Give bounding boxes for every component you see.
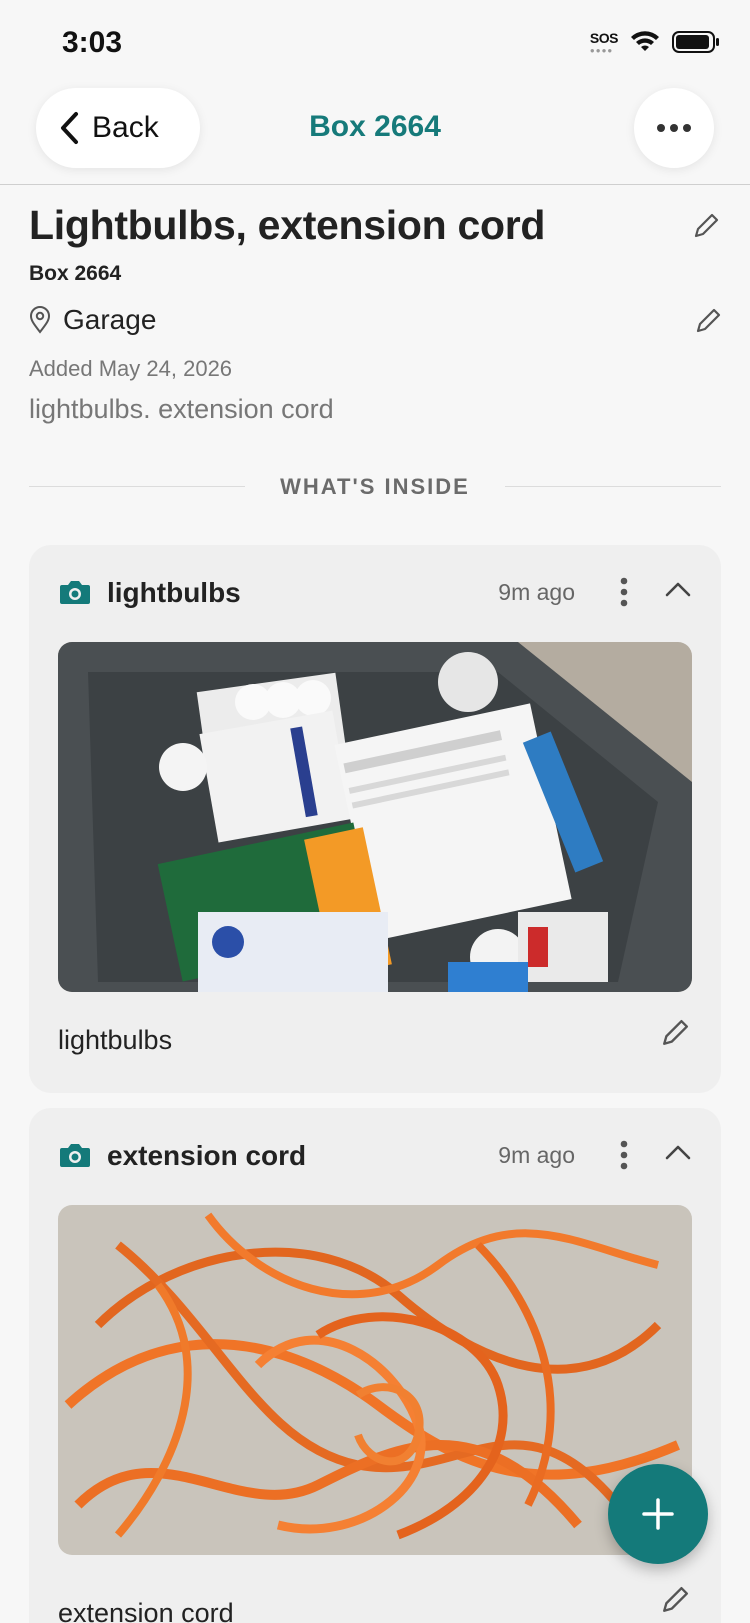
location-row: Garage [29, 304, 156, 336]
extension-cord-photo [58, 1205, 692, 1555]
item-caption: lightbulbs [58, 1025, 173, 1055]
edit-location-pencil-icon[interactable] [695, 308, 721, 334]
add-item-button[interactable] [608, 1464, 708, 1564]
edit-title-pencil-icon[interactable] [693, 213, 719, 239]
navigation-bar: Back Box 2664 [0, 80, 750, 185]
camera-icon [60, 581, 90, 604]
kebab-menu-icon[interactable] [619, 1140, 629, 1170]
battery-icon [672, 31, 719, 53]
item-caption: extension cord [58, 1598, 234, 1623]
box-title: Lightbulbs, extension cord [29, 202, 546, 248]
box-subtitle: Box 2664 [29, 262, 122, 285]
sos-indicator: SOS ●●●● [589, 30, 619, 55]
item-timestamp: 9m ago [498, 579, 575, 605]
sos-label: SOS [589, 30, 619, 46]
status-bar: 3:03 SOS ●●●● [0, 0, 750, 80]
added-date: Added May 24, 2026 [29, 356, 233, 381]
section-label-whats-inside: WHAT'S INSIDE [280, 474, 470, 499]
item-card-header[interactable]: extension cord 9m ago [59, 1140, 691, 1174]
wifi-icon [631, 31, 659, 51]
item-title: lightbulbs [107, 577, 241, 608]
more-options-button[interactable] [634, 88, 714, 168]
item-timestamp: 9m ago [498, 1142, 575, 1168]
item-card: extension cord 9m ago extension cord [29, 1108, 721, 1623]
status-icons: SOS ●●●● [589, 30, 720, 55]
chevron-up-icon[interactable] [665, 1144, 691, 1160]
status-time: 3:03 [62, 26, 123, 59]
lightbulbs-photo [58, 642, 692, 992]
edit-caption-pencil-icon[interactable] [661, 1019, 689, 1047]
chevron-up-icon[interactable] [665, 581, 691, 597]
sos-dots-icon: ●●●● [589, 46, 614, 55]
item-card: lightbulbs 9m ago lightbulbs [29, 545, 721, 1093]
box-description: lightbulbs. extension cord [29, 394, 334, 424]
edit-caption-pencil-icon[interactable] [661, 1586, 689, 1614]
camera-icon [60, 1144, 90, 1167]
location-label: Garage [63, 304, 157, 335]
plus-icon [642, 1498, 674, 1530]
location-pin-icon [29, 306, 51, 334]
kebab-menu-icon[interactable] [619, 577, 629, 607]
item-photo[interactable] [58, 642, 692, 992]
item-photo[interactable] [58, 1205, 692, 1555]
item-card-header[interactable]: lightbulbs 9m ago [59, 577, 691, 611]
item-title: extension cord [107, 1140, 307, 1171]
ellipsis-icon [657, 124, 691, 132]
